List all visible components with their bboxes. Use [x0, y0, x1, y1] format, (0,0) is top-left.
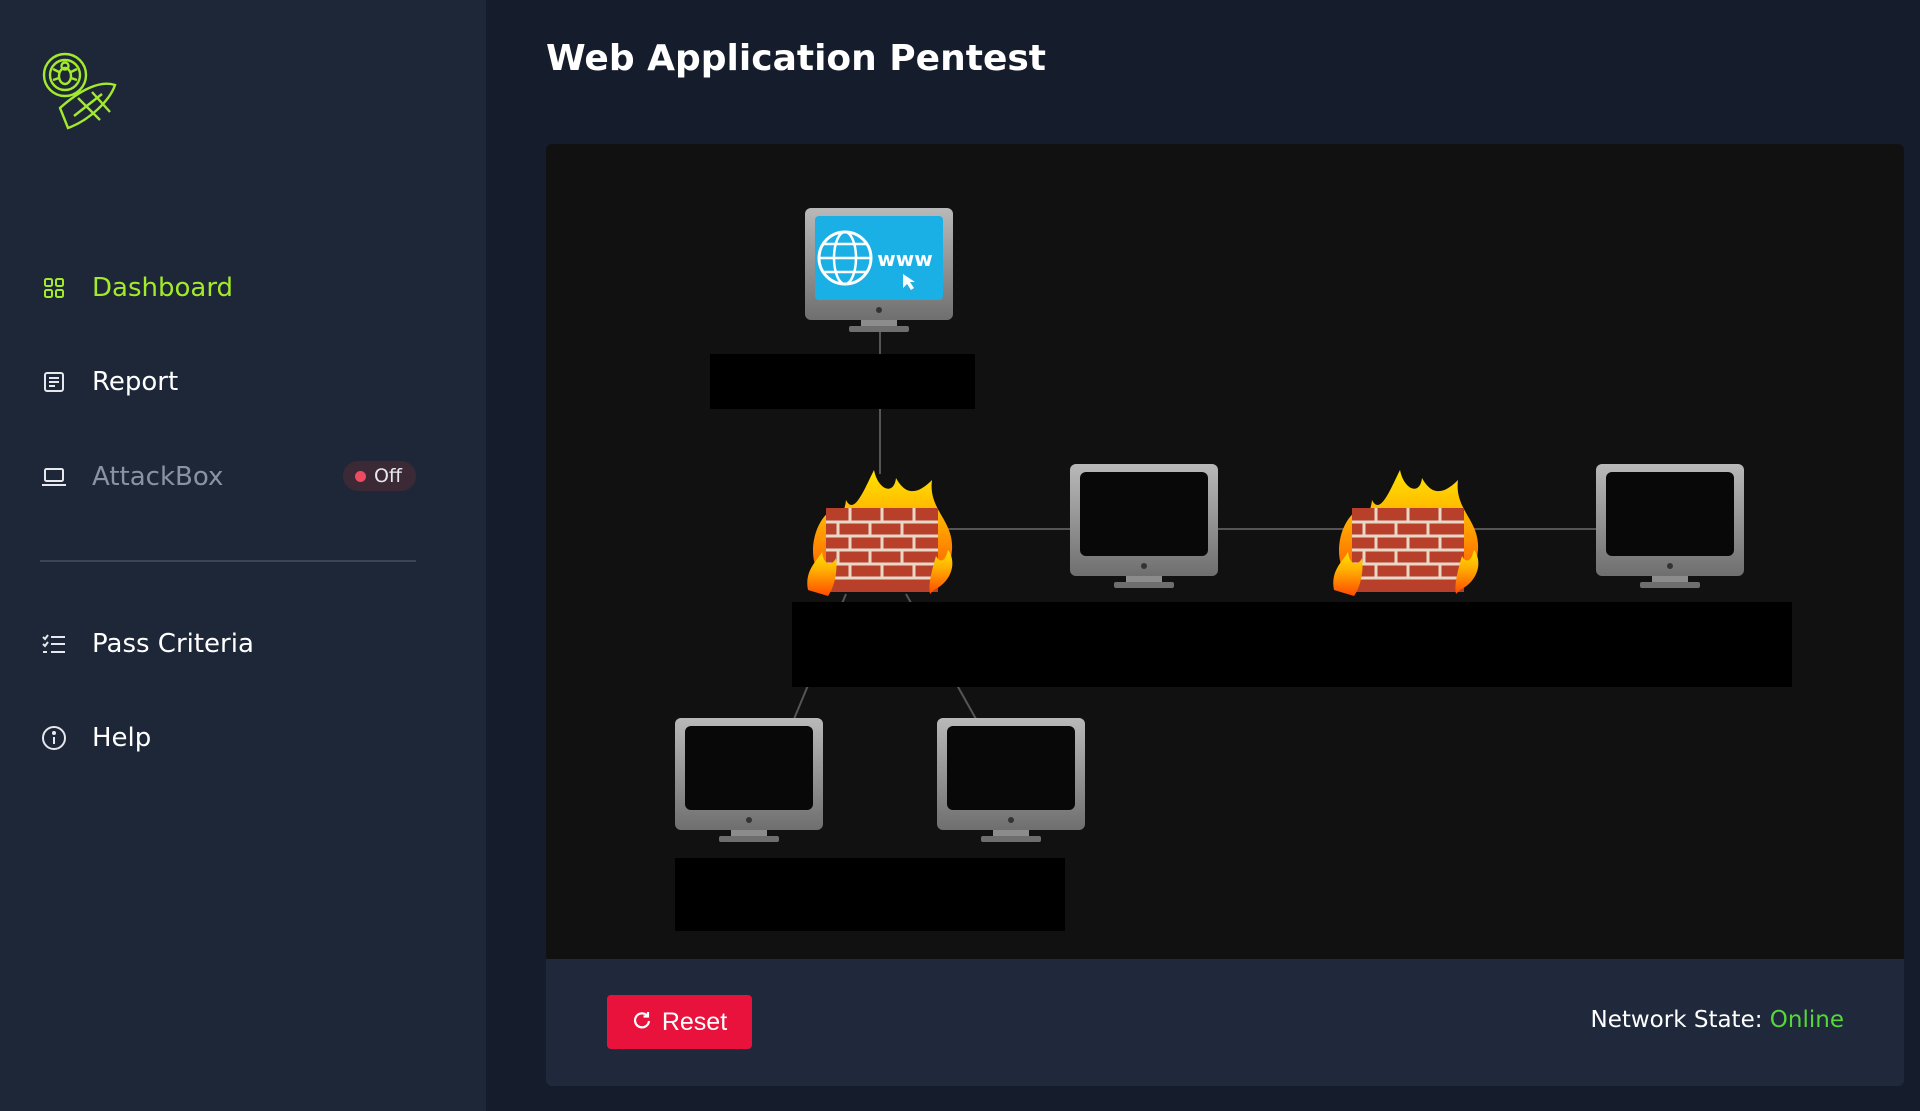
sidebar-item-label: Report — [92, 367, 179, 397]
refresh-icon — [632, 1008, 652, 1037]
badge-label: Off — [373, 465, 402, 487]
page-title: Web Application Pentest — [546, 38, 1046, 79]
reset-label: Reset — [661, 1007, 728, 1036]
info-icon — [40, 724, 68, 752]
report-icon — [40, 368, 68, 396]
sidebar-item-pass-criteria[interactable]: Pass Criteria — [40, 624, 416, 664]
logo-icon[interactable] — [40, 50, 120, 130]
redacted-label — [675, 858, 1065, 931]
computer-icon[interactable] — [935, 716, 1087, 848]
network-diagram: www — [546, 144, 1904, 959]
sidebar-item-label: Help — [92, 723, 152, 753]
redacted-label — [710, 354, 975, 409]
web-server-icon[interactable]: www — [803, 206, 955, 336]
control-footer: Reset Network State: Online — [546, 959, 1904, 1086]
sidebar-item-label: Pass Criteria — [92, 629, 254, 659]
attackbox-status-badge[interactable]: Off — [342, 461, 416, 491]
firewall-icon[interactable] — [804, 460, 960, 600]
computer-icon[interactable] — [673, 716, 825, 848]
grid-icon — [40, 274, 68, 302]
network-state: Network State: Online — [1591, 1007, 1845, 1033]
network-state-value: Online — [1769, 1007, 1844, 1033]
computer-icon[interactable] — [1594, 462, 1746, 594]
checklist-icon — [40, 630, 68, 658]
firewall-icon[interactable] — [1330, 460, 1486, 600]
sidebar-item-dashboard[interactable]: Dashboard — [40, 268, 416, 308]
status-dot-icon — [354, 470, 366, 482]
network-state-label: Network State: — [1590, 1007, 1763, 1033]
sidebar-item-report[interactable]: Report — [40, 362, 416, 402]
sidebar: Dashboard Report AttackBox Off Pass Crit… — [0, 0, 486, 1111]
redacted-label — [792, 602, 1792, 687]
laptop-icon — [40, 463, 68, 491]
sidebar-item-label: AttackBox — [92, 462, 224, 492]
reset-button[interactable]: Reset — [607, 995, 752, 1049]
computer-icon[interactable] — [1068, 462, 1220, 594]
sidebar-item-help[interactable]: Help — [40, 718, 416, 758]
sidebar-item-attackbox[interactable]: AttackBox Off — [40, 457, 416, 497]
sidebar-item-label: Dashboard — [92, 273, 234, 303]
sidebar-divider — [40, 560, 416, 562]
svg-text:www: www — [877, 247, 932, 271]
